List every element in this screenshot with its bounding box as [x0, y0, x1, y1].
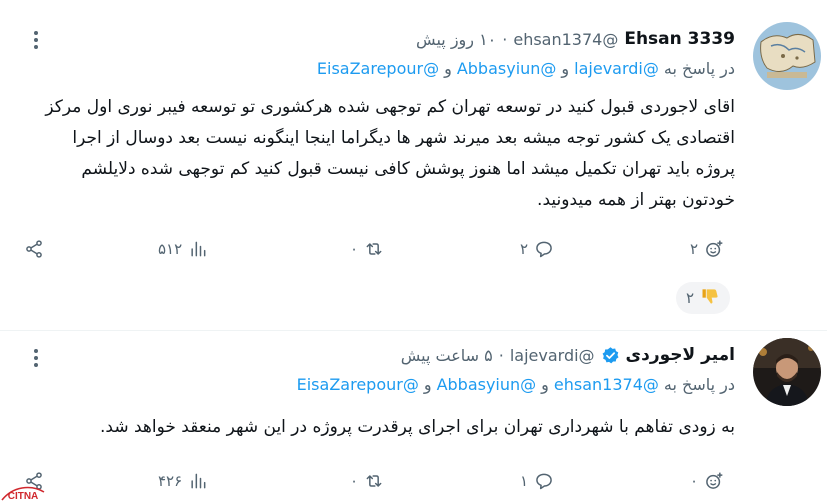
- retweet-button[interactable]: ۰: [350, 234, 384, 264]
- tweet-text: اقای لاجوردی قبول کنید در توسعه تهران کم…: [45, 97, 735, 210]
- avatar-ehsan[interactable]: [753, 22, 821, 90]
- tweet-2[interactable]: امیر لاجوردی @lajevardi · ۵ ساعت پیش در …: [0, 330, 827, 502]
- reply-context: در پاسخ به @ehsan1374 و @Abbasyiun و @Ei…: [297, 372, 735, 396]
- reply-joiner: و: [423, 374, 432, 394]
- retweet-count: ۰: [350, 240, 359, 258]
- tweet-text: به زودی تفاهم با شهرداری تهران برای اجرا…: [100, 417, 735, 437]
- author-handle[interactable]: @ehsan1374: [513, 30, 618, 49]
- avatar-amir[interactable]: [753, 338, 821, 406]
- views-count: ۵۱۲: [158, 240, 183, 258]
- mention-link[interactable]: @lajevardi: [574, 59, 659, 78]
- retweet-icon: [366, 475, 382, 487]
- reaction-count: ۰: [690, 472, 699, 490]
- separator-dot: ·: [502, 29, 508, 49]
- tweet-1[interactable]: Ehsan 3339 @ehsan1374 · ۱۰ روز پیش در پا…: [0, 0, 827, 330]
- add-reaction-icon: [706, 240, 723, 257]
- person-avatar-image: [753, 338, 821, 406]
- views-icon: [191, 241, 206, 257]
- author-name[interactable]: امیر لاجوردی: [626, 345, 735, 365]
- verified-badge-icon: [602, 346, 619, 363]
- retweet-icon: [366, 243, 382, 255]
- tweet-header: Ehsan 3339 @ehsan1374 · ۱۰ روز پیش: [416, 26, 735, 52]
- add-reaction-button[interactable]: ۰: [690, 466, 724, 496]
- reply-joiner: و: [561, 58, 570, 78]
- mention-link[interactable]: @Abbasyiun: [457, 59, 557, 78]
- post-time[interactable]: ۵ ساعت پیش: [401, 346, 493, 365]
- reply-count: ۲: [520, 240, 529, 258]
- reply-prefix: در پاسخ به: [663, 58, 735, 78]
- reply-button[interactable]: ۱: [520, 466, 554, 496]
- share-button[interactable]: [24, 234, 44, 264]
- mention-link[interactable]: @ehsan1374: [554, 375, 659, 394]
- retweet-button[interactable]: ۰: [350, 466, 384, 496]
- add-reaction-icon: [706, 472, 723, 489]
- reply-context: در پاسخ به @lajevardi و @Abbasyiun و @Ei…: [317, 56, 735, 80]
- reaction-chip-count: ۲: [686, 289, 695, 307]
- mention-link[interactable]: @EisaZarepour: [317, 59, 439, 78]
- mention-link[interactable]: @EisaZarepour: [297, 375, 419, 394]
- add-reaction-button[interactable]: ۲: [690, 234, 724, 264]
- views-icon: [191, 473, 206, 489]
- map-avatar-image: [753, 22, 821, 90]
- more-options-icon[interactable]: [26, 346, 46, 370]
- views-count: ۴۲۶: [158, 472, 183, 490]
- reply-joiner: و: [541, 374, 549, 394]
- svg-text:CITNA: CITNA: [8, 491, 39, 502]
- post-time[interactable]: ۱۰ روز پیش: [416, 30, 496, 49]
- reply-prefix: در پاسخ به: [663, 374, 735, 394]
- mention-link[interactable]: @Abbasyiun: [437, 375, 537, 394]
- reply-count: ۱: [520, 472, 529, 490]
- reaction-count: ۲: [690, 240, 699, 258]
- views-button[interactable]: ۵۱۲: [158, 234, 208, 264]
- views-button[interactable]: ۴۲۶: [158, 466, 208, 496]
- author-handle[interactable]: @lajevardi: [510, 346, 595, 365]
- separator-dot: ·: [498, 345, 504, 365]
- reply-bubble-icon: [536, 473, 552, 490]
- retweet-count: ۰: [350, 472, 359, 490]
- action-bar: ۴۲۶ ۰ ۱ ۰: [20, 466, 744, 496]
- author-name[interactable]: Ehsan 3339: [624, 29, 735, 49]
- more-options-icon[interactable]: [26, 28, 46, 52]
- reply-joiner: و: [444, 58, 452, 78]
- citna-watermark-logo: CITNA: [1, 486, 45, 502]
- reply-bubble-icon: [536, 241, 552, 258]
- reaction-chip[interactable]: ۲: [676, 282, 731, 314]
- thumbs-down-icon: [700, 286, 720, 311]
- reply-button[interactable]: ۲: [520, 234, 554, 264]
- share-icon: [26, 240, 42, 258]
- tweet-header: امیر لاجوردی @lajevardi · ۵ ساعت پیش: [401, 342, 735, 368]
- action-bar: ۵۱۲ ۰ ۲ ۲: [20, 234, 744, 264]
